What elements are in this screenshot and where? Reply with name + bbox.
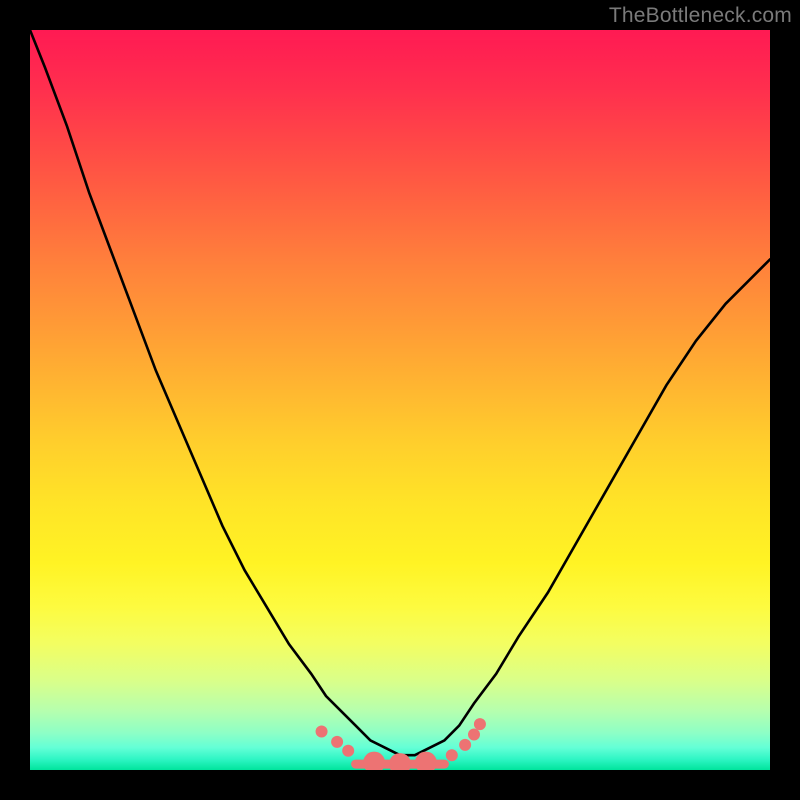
chart-frame: TheBottleneck.com — [0, 0, 800, 800]
marker-dot — [446, 749, 458, 761]
bottleneck-curve — [30, 30, 770, 755]
marker-dot — [342, 745, 354, 757]
marker-dot — [459, 739, 471, 751]
marker-dot — [468, 728, 480, 740]
marker-dot — [316, 726, 328, 738]
chart-svg-layer — [30, 30, 770, 770]
marker-dot — [363, 752, 385, 770]
watermark-label: TheBottleneck.com — [609, 4, 792, 28]
marker-dot — [331, 736, 343, 748]
marker-dot — [474, 718, 486, 730]
